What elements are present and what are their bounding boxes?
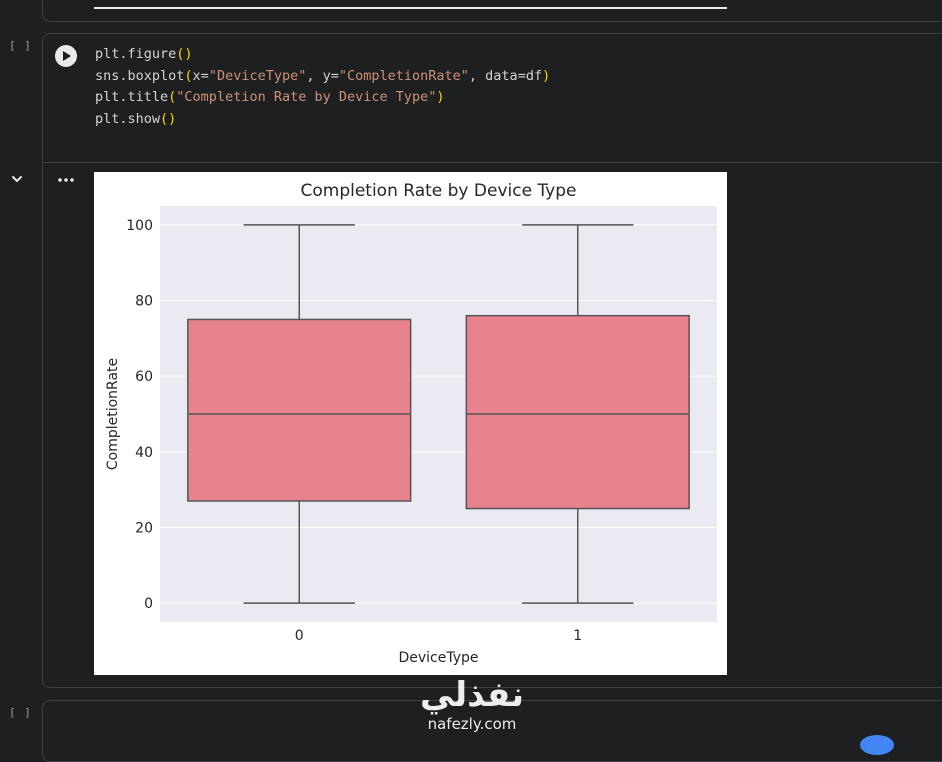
code-token: sns.boxplot xyxy=(95,67,185,84)
code-token: plt.title xyxy=(95,89,169,105)
previous-cell xyxy=(42,0,942,22)
code-token: () xyxy=(160,110,177,127)
play-icon xyxy=(63,51,71,61)
code-token: , data=df xyxy=(468,67,543,84)
previous-output-divider xyxy=(94,7,727,9)
boxplot-chart: 0 20 40 60 80 100 0 1 Completion Rate by Device … xyxy=(105,181,717,666)
avatar[interactable] xyxy=(860,735,894,755)
y-tick-label: 60 xyxy=(135,369,153,385)
code-token: "CompletionRate" xyxy=(338,67,469,84)
execution-count: [ ] xyxy=(9,39,32,52)
code-token: , y= xyxy=(306,67,339,84)
run-cell-button[interactable] xyxy=(55,45,77,67)
code-token: "DeviceType" xyxy=(208,67,307,84)
code-token: ( xyxy=(184,67,193,84)
y-tick-label: 0 xyxy=(144,596,153,612)
y-tick-label: 80 xyxy=(135,294,153,310)
code-line: plt.title("Completion Rate by Device Typ… xyxy=(95,87,550,109)
y-tick-label: 100 xyxy=(126,218,153,234)
watermark-latin: nafezly.com xyxy=(427,715,517,733)
x-axis-label: DeviceType xyxy=(398,650,478,666)
code-token: ) xyxy=(436,89,445,105)
empty-execution-count: [ ] xyxy=(9,706,32,719)
code-editor[interactable]: plt.figure() sns.boxplot(x="DeviceType", … xyxy=(95,44,550,130)
watermark-arabic: نفذلي xyxy=(419,675,525,715)
code-token: "Completion Rate by Device Type" xyxy=(176,89,437,105)
y-tick-label: 20 xyxy=(135,520,153,536)
plot-output: 0 20 40 60 80 100 0 1 Completion Rate by Device … xyxy=(94,172,727,675)
code-line: sns.boxplot(x="DeviceType", y="Completio… xyxy=(95,66,550,88)
chart-title: Completion Rate by Device Type xyxy=(300,181,576,201)
code-token: () xyxy=(176,46,193,62)
output-divider xyxy=(43,162,942,163)
y-axis-label: CompletionRate xyxy=(105,358,121,470)
code-token: plt.figure xyxy=(95,46,177,62)
code-token: plt.show xyxy=(95,110,161,127)
y-tick-label: 40 xyxy=(135,445,153,461)
chevron-down-icon[interactable] xyxy=(10,172,24,186)
x-tick-label: 0 xyxy=(295,628,304,644)
code-line: plt.show() xyxy=(95,109,550,131)
code-token: x= xyxy=(192,67,209,84)
code-line: plt.figure() xyxy=(95,44,550,66)
watermark-logo: نفذلي nafezly.com xyxy=(412,675,532,741)
x-tick-label: 1 xyxy=(573,628,582,644)
box-iqr xyxy=(465,314,690,510)
code-token: ) xyxy=(542,67,551,84)
box-iqr xyxy=(187,318,412,502)
more-horizontal-icon[interactable] xyxy=(56,176,76,184)
